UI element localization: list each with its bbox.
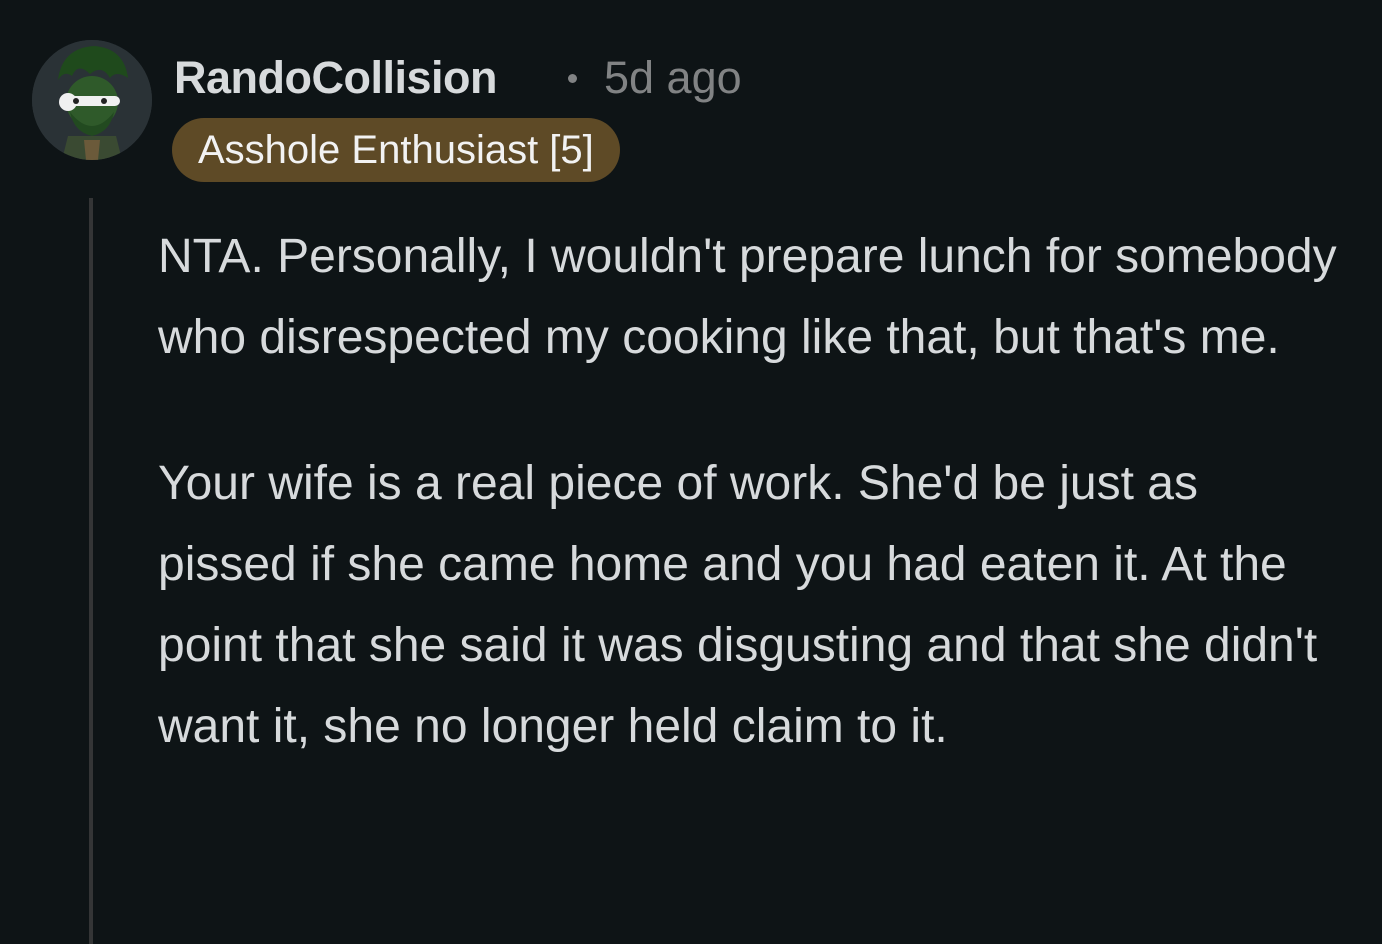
comment: RandoCollision 5d ago Asshole Enthusiast… bbox=[0, 0, 1382, 944]
comment-body: NTA. Personally, I wouldn't prepare lunc… bbox=[158, 216, 1338, 832]
comment-timestamp[interactable]: 5d ago bbox=[604, 50, 742, 106]
username-link[interactable]: RandoCollision bbox=[174, 50, 498, 106]
user-avatar-icon[interactable] bbox=[32, 40, 152, 160]
comment-paragraph: Your wife is a real piece of work. She'd… bbox=[158, 457, 1318, 753]
comment-paragraph: NTA. Personally, I wouldn't prepare lunc… bbox=[158, 230, 1337, 364]
user-flair-badge: Asshole Enthusiast [5] bbox=[172, 118, 620, 182]
thread-line[interactable] bbox=[89, 198, 93, 944]
separator-dot bbox=[568, 74, 577, 83]
